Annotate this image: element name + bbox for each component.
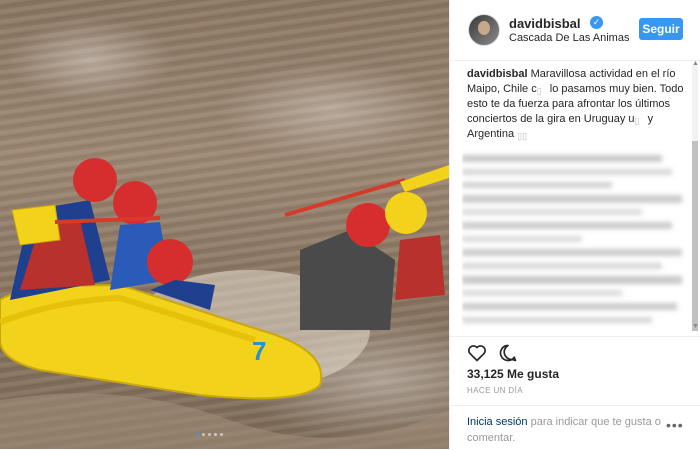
more-options-icon[interactable]: ••• — [666, 417, 684, 433]
emoji-icon: ▯▯ — [517, 131, 528, 142]
location-link[interactable]: Cascada De Las Animas — [509, 32, 629, 44]
emoji-icon: ▯ — [634, 116, 640, 127]
avatar[interactable] — [468, 14, 500, 46]
emoji-icon: ▯ — [536, 86, 542, 97]
carousel-dot — [196, 433, 199, 436]
verified-badge-icon: ✓ — [590, 16, 603, 29]
scrollbar[interactable] — [692, 65, 698, 331]
login-prompt: Inicia sesión para indicar que te gusta … — [450, 405, 700, 451]
carousel-dot — [208, 433, 211, 436]
carousel-dot — [214, 433, 217, 436]
follow-button[interactable]: Seguir — [639, 18, 683, 40]
carousel-dots — [196, 433, 223, 436]
comment-icon[interactable] — [498, 343, 518, 363]
post-time[interactable]: HACE UN DÍA — [467, 386, 523, 395]
caption-username[interactable]: davidbisbal — [467, 68, 528, 80]
heart-icon[interactable] — [467, 343, 487, 363]
carousel-dot — [202, 433, 205, 436]
scroll-down-icon[interactable]: ▼ — [692, 323, 699, 330]
post-sidebar: davidbisbal ✓ Cascada De Las Animas Segu… — [449, 0, 700, 449]
rafting-scene: 7 — [0, 158, 449, 449]
post-caption: davidbisbal Maravillosa actividad en el … — [467, 67, 689, 142]
post-actions: 33,125 Me gusta HACE UN DÍA Inicia sesió… — [450, 336, 700, 450]
username-link[interactable]: davidbisbal — [509, 16, 581, 31]
post-header: davidbisbal ✓ Cascada De Las Animas Segu… — [450, 0, 700, 61]
scrollbar-thumb[interactable] — [692, 141, 698, 331]
comments-area[interactable]: davidbisbal Maravillosa actividad en el … — [450, 61, 700, 336]
svg-text:7: 7 — [252, 336, 266, 366]
blurred-comments — [462, 155, 682, 323]
likes-count[interactable]: 33,125 Me gusta — [467, 367, 559, 381]
carousel-dot — [220, 433, 223, 436]
login-link[interactable]: Inicia sesión — [467, 416, 528, 428]
post-photo[interactable]: 7 — [0, 0, 449, 449]
login-text: Inicia sesión para indicar que te gusta … — [467, 414, 667, 446]
